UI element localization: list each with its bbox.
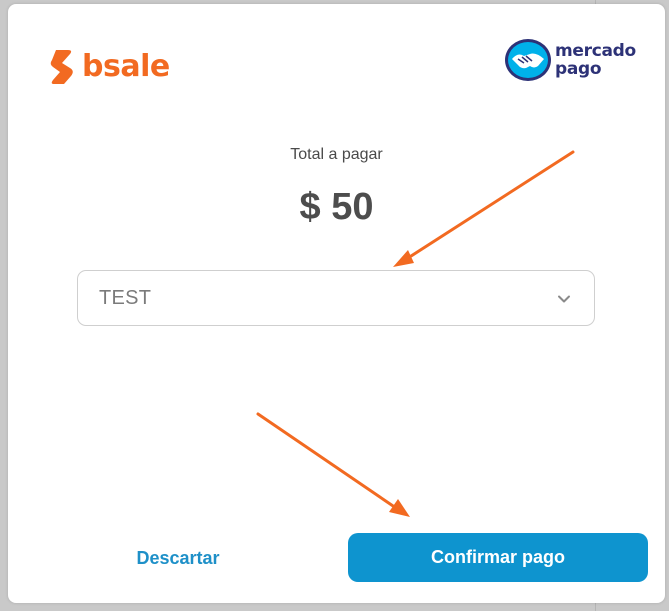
chevron-down-icon [558, 295, 570, 303]
terminal-select[interactable]: TEST [77, 270, 595, 326]
mercadopago-logo: mercado pago [504, 37, 636, 83]
confirm-payment-button[interactable]: Confirmar pago [348, 533, 648, 582]
terminal-select-value: TEST [99, 287, 152, 309]
total-label: Total a pagar [290, 146, 383, 163]
handshake-icon [505, 39, 551, 81]
bsale-s-icon [50, 50, 73, 84]
bsale-wordmark: bsale [82, 49, 170, 84]
total-amount: $ 50 [299, 186, 374, 228]
discard-button[interactable]: Descartar [108, 538, 248, 578]
bsale-logo: bsale [48, 48, 170, 86]
mercadopago-word-1: mercado [555, 41, 636, 61]
mercadopago-word-2: pago [555, 59, 602, 79]
payment-modal: bsale mercado pago Total a pagar $ 50 TE… [8, 4, 665, 603]
mercadopago-wordmark: mercado pago [555, 42, 636, 78]
